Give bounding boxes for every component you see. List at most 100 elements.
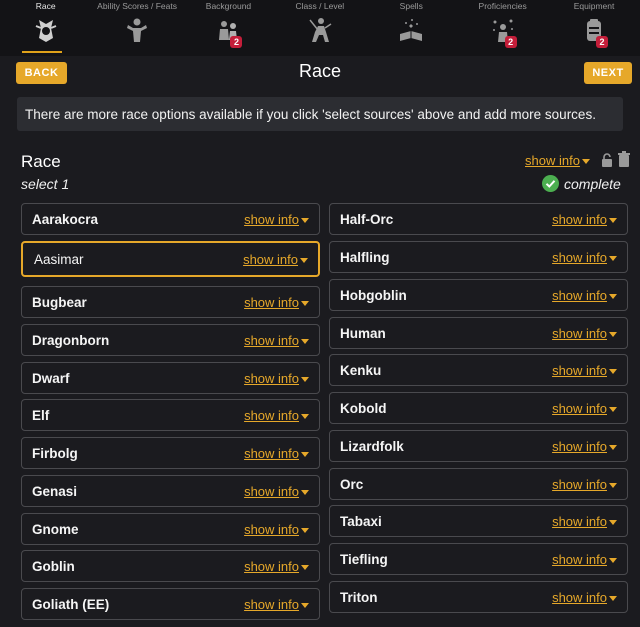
ability-icon: [122, 15, 152, 45]
race-card-halfling[interactable]: Halfling show info: [329, 241, 628, 273]
step-class-label: Class / Level: [295, 1, 345, 11]
show-info-label: show info: [552, 326, 607, 341]
show-info-link[interactable]: show info: [552, 514, 617, 529]
step-equipment-label: Equipment: [573, 1, 615, 11]
sources-notice: There are more race options available if…: [17, 97, 623, 131]
show-info-link[interactable]: show info: [552, 477, 617, 492]
race-name: Aarakocra: [32, 212, 99, 227]
race-card-lizardfolk[interactable]: Lizardfolk show info: [329, 430, 628, 462]
caret-down-icon: [609, 294, 617, 300]
step-race[interactable]: Race: [0, 0, 91, 56]
show-info-link[interactable]: show info: [244, 559, 309, 574]
show-info-label: show info: [552, 477, 607, 492]
race-card-elf[interactable]: Elf show info: [21, 399, 320, 431]
race-card-half-orc[interactable]: Half-Orc show info: [329, 203, 628, 235]
race-card-human[interactable]: Human show info: [329, 317, 628, 349]
show-info-link[interactable]: show info: [244, 522, 309, 537]
race-card-hobgoblin[interactable]: Hobgoblin show info: [329, 279, 628, 311]
race-card-aarakocra[interactable]: Aarakocra show info: [21, 203, 320, 235]
show-info-label: show info: [552, 250, 607, 265]
next-button[interactable]: NEXT: [584, 62, 632, 84]
caret-down-icon: [609, 256, 617, 262]
show-info-link[interactable]: show info: [552, 363, 617, 378]
show-info-label: show info: [243, 252, 298, 267]
race-card-aasimar[interactable]: Aasimar show info: [21, 241, 320, 277]
show-info-link[interactable]: show info: [244, 408, 309, 423]
section-subtitle: select 1: [21, 176, 70, 192]
caret-down-icon: [301, 301, 309, 307]
race-card-goliath[interactable]: Goliath (EE) show info: [21, 588, 320, 620]
show-info-link[interactable]: show info: [552, 401, 617, 416]
show-info-label: show info: [244, 559, 299, 574]
caret-down-icon: [609, 445, 617, 451]
race-card-gnome[interactable]: Gnome show info: [21, 513, 320, 545]
show-info-link[interactable]: show info: [244, 446, 309, 461]
caret-down-icon: [301, 565, 309, 571]
race-name: Firbolg: [32, 446, 78, 461]
show-info-link[interactable]: show info: [244, 597, 309, 612]
race-name: Gnome: [32, 522, 79, 537]
step-background[interactable]: Background 2: [183, 0, 274, 56]
caret-down-icon: [609, 369, 617, 375]
race-card-kenku[interactable]: Kenku show info: [329, 354, 628, 386]
race-name: Bugbear: [32, 295, 87, 310]
race-name: Tiefling: [340, 552, 388, 567]
show-info-label: show info: [244, 484, 299, 499]
complete-label: complete: [564, 175, 621, 192]
show-info-link[interactable]: show info: [244, 333, 309, 348]
show-info-link[interactable]: show info: [244, 212, 309, 227]
spellbook-icon: [396, 15, 426, 45]
active-step-underline: [22, 51, 62, 53]
show-info-link[interactable]: show info: [244, 295, 309, 310]
race-card-genasi[interactable]: Genasi show info: [21, 475, 320, 507]
show-info-link[interactable]: show info: [244, 371, 309, 386]
race-card-orc[interactable]: Orc show info: [329, 468, 628, 500]
step-race-label: Race: [35, 1, 56, 11]
step-proficiencies[interactable]: Proficiencies 2: [457, 0, 548, 56]
race-card-tabaxi[interactable]: Tabaxi show info: [329, 505, 628, 537]
race-name: Human: [340, 326, 386, 341]
race-name: Dwarf: [32, 371, 70, 386]
race-card-tiefling[interactable]: Tiefling show info: [329, 543, 628, 575]
race-icon: [31, 15, 61, 45]
show-info-link[interactable]: show info: [552, 212, 617, 227]
caret-down-icon: [609, 596, 617, 602]
race-card-bugbear[interactable]: Bugbear show info: [21, 286, 320, 318]
step-nav: Race Ability Scores / Feats Background 2…: [0, 0, 640, 56]
race-card-goblin[interactable]: Goblin show info: [21, 550, 320, 582]
race-name: Dragonborn: [32, 333, 110, 348]
race-name: Genasi: [32, 484, 78, 499]
step-ability-scores[interactable]: Ability Scores / Feats: [91, 0, 182, 56]
show-info-link[interactable]: show info: [244, 484, 309, 499]
show-info-link[interactable]: show info: [552, 552, 617, 567]
show-info-link[interactable]: show info: [552, 288, 617, 303]
race-card-kobold[interactable]: Kobold show info: [329, 392, 628, 424]
race-card-dragonborn[interactable]: Dragonborn show info: [21, 324, 320, 356]
race-name: Goliath (EE): [32, 597, 110, 612]
race-card-firbolg[interactable]: Firbolg show info: [21, 437, 320, 469]
equipment-badge: 2: [596, 36, 609, 48]
section-title: Race: [21, 152, 61, 171]
race-card-triton[interactable]: Triton show info: [329, 581, 628, 613]
unlock-icon[interactable]: [601, 153, 613, 167]
caret-down-icon: [609, 218, 617, 224]
section-show-info-link[interactable]: show info: [525, 153, 590, 168]
step-proficiencies-label: Proficiencies: [478, 1, 527, 11]
caret-down-icon: [609, 332, 617, 338]
show-info-link[interactable]: show info: [552, 439, 617, 454]
caret-down-icon: [301, 528, 309, 534]
trash-icon[interactable]: [617, 151, 631, 167]
show-info-link[interactable]: show info: [552, 326, 617, 341]
show-info-link[interactable]: show info: [552, 590, 617, 605]
step-spells[interactable]: Spells: [366, 0, 457, 56]
show-info-link[interactable]: show info: [552, 250, 617, 265]
step-class-level[interactable]: Class / Level: [274, 0, 365, 56]
step-equipment[interactable]: Equipment 2: [548, 0, 639, 56]
show-info-link[interactable]: show info: [243, 252, 308, 267]
race-card-dwarf[interactable]: Dwarf show info: [21, 362, 320, 394]
show-info-label: show info: [244, 212, 299, 227]
class-icon: [305, 15, 335, 45]
show-info-label: show info: [244, 371, 299, 386]
proficiencies-badge: 2: [504, 36, 517, 48]
section-show-info-label: show info: [525, 153, 580, 168]
